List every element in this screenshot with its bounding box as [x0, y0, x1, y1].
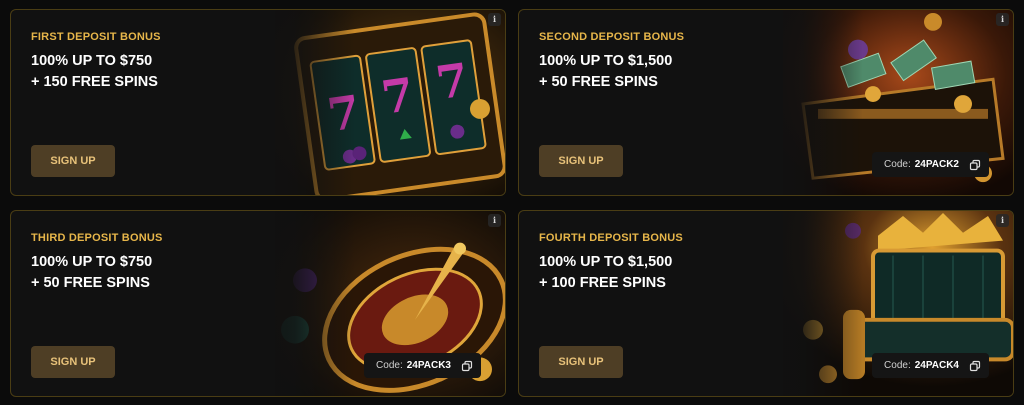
bonus-spins: + 50 FREE SPINS [539, 74, 658, 90]
promo-code-chip[interactable]: Code: 24PACK3 [364, 353, 481, 378]
bonus-label: FOURTH DEPOSIT BONUS [539, 232, 683, 244]
sign-up-button[interactable]: SIGN UP [539, 346, 623, 378]
info-icon[interactable]: i [488, 13, 501, 26]
code-prefix: Code: [884, 159, 911, 170]
image-fade [753, 10, 863, 195]
deposit-bonus-grid: 7 7 7 i FIRST DEPOSIT BONUS 100% UP TO $… [0, 0, 1024, 405]
sign-up-button[interactable]: SIGN UP [31, 346, 115, 378]
bonus-card-second: i SECOND DEPOSIT BONUS 100% UP TO $1,500… [518, 9, 1014, 196]
promo-code-chip[interactable]: Code: 24PACK4 [872, 353, 989, 378]
bonus-card-fourth: i FOURTH DEPOSIT BONUS 100% UP TO $1,500… [518, 210, 1014, 397]
sign-up-button[interactable]: SIGN UP [539, 145, 623, 177]
copy-icon[interactable] [461, 360, 473, 372]
bonus-amount: 100% UP TO $750 [31, 254, 153, 270]
copy-icon[interactable] [969, 159, 981, 171]
code-prefix: Code: [884, 360, 911, 371]
promo-code-chip[interactable]: Code: 24PACK2 [872, 152, 989, 177]
info-icon[interactable]: i [996, 214, 1009, 227]
bonus-amount: 100% UP TO $1,500 [539, 53, 673, 69]
bonus-spins: + 50 FREE SPINS [31, 275, 150, 291]
code-value: 24PACK2 [914, 159, 959, 170]
bonus-card-third: i THIRD DEPOSIT BONUS 100% UP TO $750 + … [10, 210, 506, 397]
bonus-card-first: 7 7 7 i FIRST DEPOSIT BONUS 100% UP TO $… [10, 9, 506, 196]
bonus-headline: 100% UP TO $750 + 50 FREE SPINS [31, 252, 152, 294]
bonus-spins: + 100 FREE SPINS [539, 275, 666, 291]
image-fade [245, 10, 355, 195]
bonus-amount: 100% UP TO $1,500 [539, 254, 673, 270]
code-value: 24PACK3 [406, 360, 451, 371]
bonus-label: SECOND DEPOSIT BONUS [539, 31, 685, 43]
bonus-headline: 100% UP TO $750 + 150 FREE SPINS [31, 51, 158, 93]
code-value: 24PACK4 [914, 360, 959, 371]
sign-up-button[interactable]: SIGN UP [31, 145, 115, 177]
info-icon[interactable]: i [996, 13, 1009, 26]
bonus-headline: 100% UP TO $1,500 + 50 FREE SPINS [539, 51, 672, 93]
copy-icon[interactable] [969, 360, 981, 372]
info-icon[interactable]: i [488, 214, 501, 227]
bonus-label: FIRST DEPOSIT BONUS [31, 31, 161, 43]
image-fade [753, 211, 863, 396]
code-prefix: Code: [376, 360, 403, 371]
bonus-amount: 100% UP TO $750 [31, 53, 153, 69]
bonus-label: THIRD DEPOSIT BONUS [31, 232, 163, 244]
bonus-headline: 100% UP TO $1,500 + 100 FREE SPINS [539, 252, 672, 294]
bonus-spins: + 150 FREE SPINS [31, 74, 158, 90]
image-fade [245, 211, 355, 396]
